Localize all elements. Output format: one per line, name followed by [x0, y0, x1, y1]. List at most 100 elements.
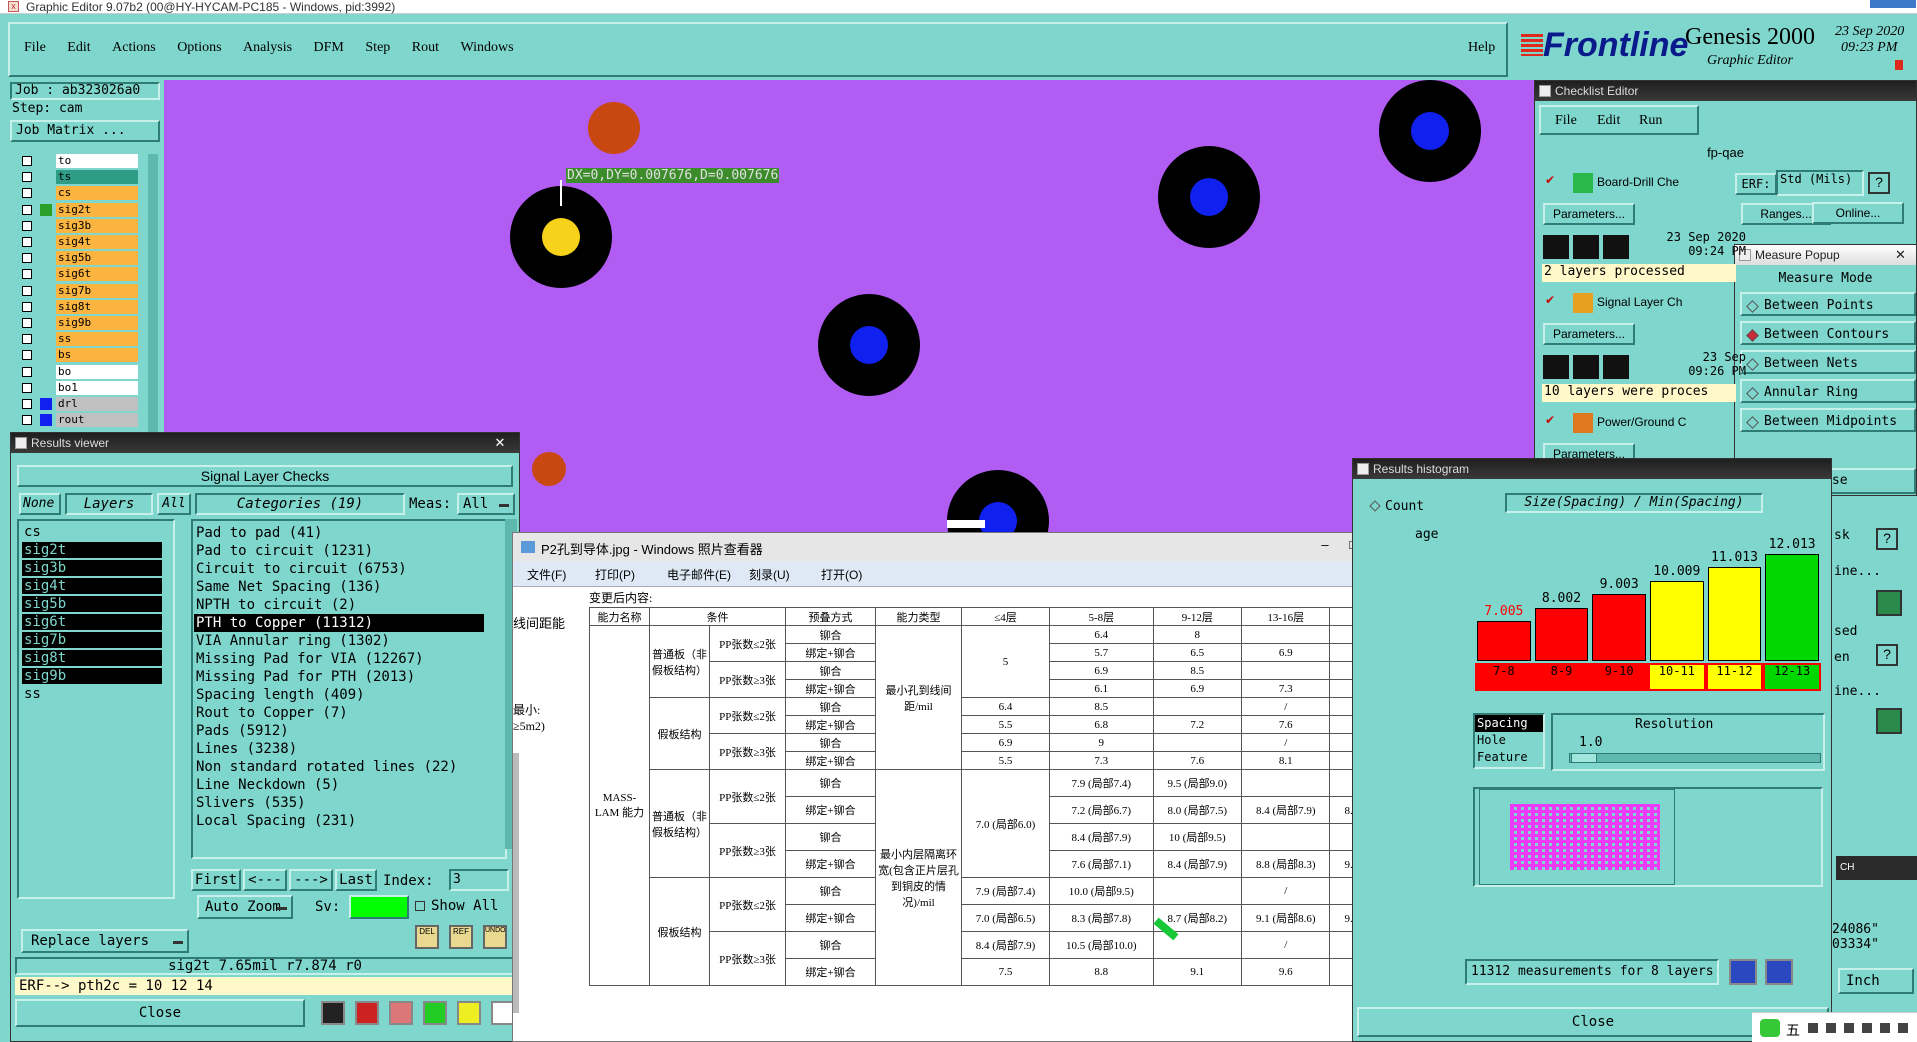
meas-select[interactable]: All [457, 493, 515, 515]
checklist-menu-file[interactable]: File [1555, 113, 1577, 129]
layer-checkbox[interactable] [22, 399, 32, 409]
close-icon[interactable]: ✕ [485, 435, 515, 450]
layer-scrollbar[interactable] [148, 154, 158, 434]
menu-actions[interactable]: Actions [112, 40, 156, 56]
layer-row[interactable]: cs [18, 186, 138, 201]
menu-file[interactable]: File [24, 40, 46, 56]
photo-menu-email[interactable]: 电子邮件(E) [667, 566, 731, 583]
count-radio[interactable]: Count [1369, 499, 1424, 514]
sogou-icon[interactable] [1760, 1019, 1780, 1037]
menu-help[interactable]: Help [1468, 40, 1495, 56]
result-layer-item[interactable]: sig2t [22, 542, 162, 558]
std-field[interactable]: Std (Mils) [1776, 170, 1864, 196]
layers-toggle[interactable]: Layers [65, 493, 153, 515]
layer-row[interactable]: bo1 [18, 380, 138, 396]
run-icon[interactable] [1603, 235, 1629, 259]
result-layer-item[interactable]: sig3b [22, 560, 162, 576]
result-category-item[interactable]: Same Net Spacing (136) [194, 578, 484, 596]
result-category-item[interactable]: Spacing length (409) [194, 686, 484, 704]
menu-options[interactable]: Options [177, 40, 221, 56]
via-blue-1[interactable] [818, 294, 920, 396]
layer-row[interactable]: to [18, 154, 138, 169]
layer-checkbox[interactable] [22, 382, 32, 393]
menu-analysis[interactable]: Analysis [243, 40, 292, 56]
run-icon[interactable] [1543, 355, 1569, 379]
measure-mode-option[interactable]: Between Nets [1740, 350, 1916, 374]
histogram-bar[interactable] [1765, 554, 1819, 661]
layer-checkbox[interactable] [22, 253, 32, 264]
histogram-bar[interactable] [1592, 594, 1646, 661]
histogram-bar[interactable] [1534, 608, 1589, 661]
layer-checkbox[interactable] [22, 220, 32, 231]
layer-row[interactable]: sig4t [18, 235, 138, 250]
online-button[interactable]: Online... [1812, 202, 1904, 224]
result-category-item[interactable]: Pad to pad (41) [194, 524, 484, 542]
run-icon[interactable] [1543, 235, 1569, 259]
menu-rout[interactable]: Rout [412, 40, 439, 56]
layer-checkbox[interactable] [22, 334, 32, 345]
close-button[interactable]: Close [15, 999, 305, 1027]
resolution-slider-thumb[interactable] [1571, 753, 1597, 763]
menu-dfm[interactable]: DFM [314, 40, 344, 56]
cross-icon[interactable] [389, 1001, 413, 1025]
bar-chart-icon[interactable] [321, 1001, 345, 1025]
first-button[interactable]: First [191, 869, 241, 891]
layer-checkbox[interactable] [22, 172, 32, 183]
close-icon[interactable]: ✕ [1895, 245, 1906, 265]
result-category-item[interactable]: Non standard rotated lines (22) [194, 758, 484, 776]
menu-edit[interactable]: Edit [67, 40, 90, 56]
resolution-slider[interactable] [1569, 753, 1821, 763]
histogram-bar[interactable] [1650, 581, 1704, 661]
job-matrix-button[interactable]: Job Matrix ... [10, 120, 160, 142]
auto-zoom-select[interactable]: Auto Zoom [197, 895, 293, 919]
measure-mode-option[interactable]: Annular Ring [1740, 379, 1916, 403]
result-layer-item[interactable]: sig4t [22, 578, 162, 594]
layer-row[interactable]: sig3b [18, 218, 138, 234]
result-category-item[interactable]: Slivers (535) [194, 794, 484, 812]
result-layer-item[interactable]: ss [22, 686, 162, 702]
layer-checkbox[interactable] [22, 269, 32, 280]
layer-row[interactable]: rout [18, 413, 138, 428]
layer-checkbox[interactable] [22, 301, 32, 312]
result-layer-item[interactable]: sig7b [22, 632, 162, 648]
layer-checkbox[interactable] [22, 285, 32, 296]
measure-mode-option[interactable]: Between Midpoints [1740, 408, 1916, 432]
pad-orange-1[interactable] [588, 102, 640, 154]
result-category-item[interactable]: Missing Pad for VIA (12267) [194, 650, 484, 668]
layer-checkbox[interactable] [22, 350, 32, 361]
layer-checkbox[interactable] [22, 237, 32, 247]
mode-hole[interactable]: Hole [1475, 732, 1543, 749]
layer-checkbox[interactable] [22, 318, 32, 328]
report-icon[interactable] [457, 1001, 481, 1025]
layer-checkbox[interactable] [22, 415, 32, 426]
via-blue-3[interactable] [1379, 80, 1481, 182]
layer-row[interactable]: sig9b [18, 316, 138, 331]
help-icon[interactable]: ? [1876, 528, 1898, 550]
square-icon[interactable] [355, 1001, 379, 1025]
via-blue-2[interactable] [1158, 146, 1260, 248]
result-category-item[interactable]: VIA Annular ring (1302) [194, 632, 484, 650]
parameters-button[interactable]: Parameters... [1543, 203, 1635, 225]
check-icon[interactable]: ✔ [1545, 173, 1555, 187]
layer-checkbox[interactable] [22, 156, 32, 166]
help-icon[interactable]: ? [1868, 172, 1890, 194]
index-input[interactable]: 3 [449, 869, 509, 891]
mode-feature[interactable]: Feature [1475, 749, 1543, 766]
result-layer-item[interactable]: sig9b [22, 668, 162, 684]
action-name[interactable]: Power/Ground C [1597, 415, 1686, 429]
checklist-menu-run[interactable]: Run [1639, 113, 1662, 129]
window-controls[interactable] [1870, 0, 1916, 8]
prev-button[interactable]: <--- [243, 869, 287, 891]
result-category-item[interactable]: Pads (5912) [194, 722, 484, 740]
layer-checkbox[interactable] [22, 366, 32, 377]
photo-scrollbar[interactable] [513, 753, 519, 1013]
layer-checkbox[interactable] [22, 204, 32, 215]
help-icon[interactable]: ? [1876, 644, 1898, 666]
erf-select[interactable]: ERF: [1735, 173, 1777, 195]
photo-menu-burn[interactable]: 刻录(U) [749, 566, 790, 583]
result-layer-item[interactable]: cs [22, 524, 162, 540]
layer-results-list[interactable] [17, 519, 175, 899]
menu-windows[interactable]: Windows [461, 40, 514, 56]
del-icon[interactable]: DEL [415, 925, 439, 949]
layer-row[interactable]: bs [18, 348, 138, 363]
